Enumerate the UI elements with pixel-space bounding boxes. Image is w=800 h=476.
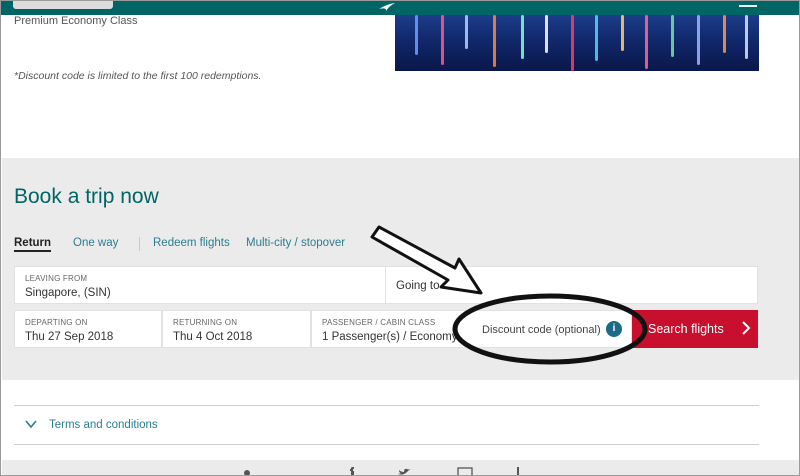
departing-on-field[interactable]: DEPARTING ON Thu 27 Sep 2018	[14, 310, 162, 348]
terms-divider-top	[14, 405, 759, 406]
returning-on-value: Thu 4 Oct 2018	[173, 331, 253, 343]
page: Premium Economy Class *Discount code is …	[0, 0, 800, 476]
returning-on-field[interactable]: RETURNING ON Thu 4 Oct 2018	[162, 310, 311, 348]
more-share-icon[interactable]	[513, 467, 523, 476]
promo-banner-image	[395, 15, 759, 71]
discount-code-link[interactable]: Discount code (optional)	[482, 324, 601, 336]
promo-cabin-text: Premium Economy Class	[14, 15, 138, 27]
share-icon[interactable]	[241, 467, 253, 476]
going-to-field[interactable]	[385, 266, 758, 304]
tab-one-way[interactable]: One way	[73, 237, 118, 249]
chevron-down-icon[interactable]	[25, 419, 37, 429]
top-header-bar	[1, 1, 799, 15]
leaving-from-field[interactable]: LEAVING FROM Singapore, (SIN)	[14, 266, 386, 304]
email-icon[interactable]	[457, 467, 473, 476]
booking-title: Book a trip now	[14, 185, 159, 208]
terms-divider-bottom	[14, 444, 759, 445]
chevron-right-icon	[742, 321, 751, 335]
search-flights-label: Search flights	[648, 322, 724, 336]
going-to-placeholder: Going to	[396, 280, 440, 292]
tab-multi-city[interactable]: Multi-city / stopover	[246, 237, 345, 249]
departing-on-value: Thu 27 Sep 2018	[25, 331, 114, 343]
tab-divider	[139, 237, 140, 251]
menu-icon[interactable]	[739, 5, 757, 7]
browser-tab[interactable]	[13, 1, 113, 9]
leaving-from-value: Singapore, (SIN)	[25, 287, 111, 299]
info-icon[interactable]: i	[606, 321, 622, 337]
airline-logo-icon[interactable]	[378, 2, 396, 12]
discount-disclaimer: *Discount code is limited to the first 1…	[14, 70, 262, 82]
facebook-icon[interactable]	[347, 467, 357, 476]
departing-on-label: DEPARTING ON	[25, 318, 88, 327]
terms-and-conditions-toggle[interactable]: Terms and conditions	[49, 419, 158, 431]
returning-on-label: RETURNING ON	[173, 318, 238, 327]
tab-return[interactable]: Return	[14, 237, 52, 252]
tab-redeem-flights[interactable]: Redeem flights	[153, 237, 230, 249]
passenger-cabin-label: PASSENGER / CABIN CLASS	[322, 318, 436, 327]
leaving-from-label: LEAVING FROM	[25, 274, 88, 283]
passenger-cabin-value: 1 Passenger(s) / Economy	[322, 331, 458, 343]
twitter-icon[interactable]	[397, 467, 413, 476]
search-flights-button[interactable]: Search flights	[632, 310, 758, 348]
